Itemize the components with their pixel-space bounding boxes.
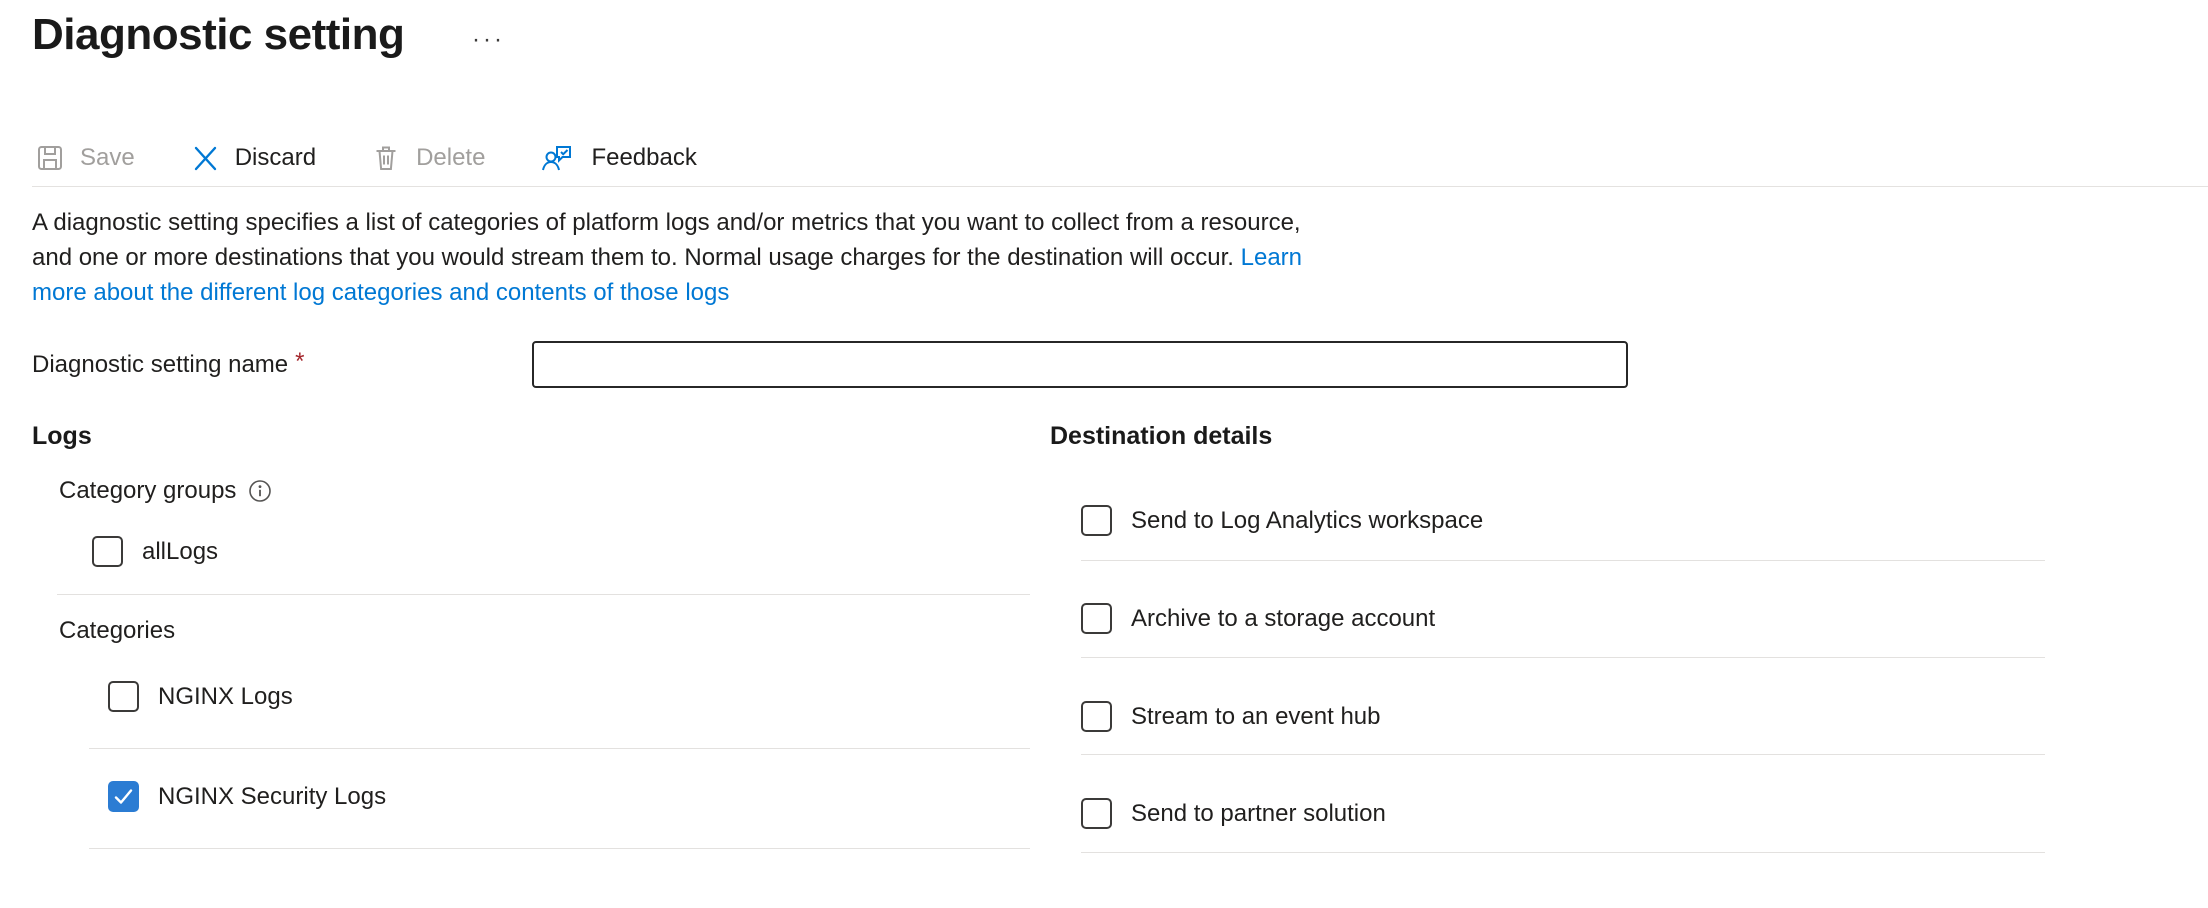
page-title: Diagnostic setting [32, 10, 404, 60]
info-icon [248, 491, 272, 506]
more-options-icon: ··· [472, 26, 505, 53]
save-button[interactable]: Save [34, 142, 135, 174]
send-to-partner-solution-row[interactable]: Send to partner solution [1081, 798, 1386, 829]
archive-to-storage-label: Archive to a storage account [1131, 605, 1435, 633]
divider [1081, 657, 2045, 658]
divider [1081, 560, 2045, 561]
stream-to-event-hub-row[interactable]: Stream to an event hub [1081, 701, 1381, 732]
more-options-button[interactable]: ··· [466, 26, 511, 54]
description-line-1: A diagnostic setting specifies a list of… [32, 209, 1301, 236]
save-button-label: Save [80, 144, 135, 172]
required-asterisk: * [295, 348, 304, 375]
learn-more-link-continued[interactable]: more about the different log categories … [32, 279, 729, 306]
send-to-log-analytics-label: Send to Log Analytics workspace [1131, 507, 1483, 535]
destination-details-heading: Destination details [1050, 422, 1272, 451]
divider [89, 848, 1030, 849]
nginx-logs-checkbox[interactable] [108, 681, 139, 712]
nginx-logs-label: NGINX Logs [158, 683, 293, 711]
divider [1081, 754, 2045, 755]
alllogs-label: allLogs [142, 538, 218, 566]
archive-to-storage-row[interactable]: Archive to a storage account [1081, 603, 1435, 634]
diagnostic-setting-page: Diagnostic setting ··· Save Discard [0, 0, 2208, 908]
check-icon [110, 783, 137, 810]
toolbar-divider [32, 186, 2208, 187]
categories-label: Categories [59, 617, 175, 645]
logs-heading: Logs [32, 422, 92, 451]
divider [57, 594, 1030, 595]
save-icon [34, 142, 66, 174]
trash-icon [370, 142, 402, 174]
description-line-2: and one or more destinations that you wo… [32, 244, 1234, 271]
category-groups-label: Category groups [59, 477, 272, 505]
send-to-log-analytics-checkbox[interactable] [1081, 505, 1112, 536]
send-to-partner-solution-checkbox[interactable] [1081, 798, 1112, 829]
archive-to-storage-checkbox[interactable] [1081, 603, 1112, 634]
category-groups-info-button[interactable] [248, 479, 272, 503]
nginx-logs-row[interactable]: NGINX Logs [108, 681, 293, 712]
feedback-button[interactable]: Feedback [539, 142, 696, 174]
discard-button[interactable]: Discard [189, 142, 316, 174]
feedback-person-icon [539, 142, 577, 174]
stream-to-event-hub-checkbox[interactable] [1081, 701, 1112, 732]
nginx-security-logs-label: NGINX Security Logs [158, 783, 386, 811]
alllogs-checkbox[interactable] [92, 536, 123, 567]
feedback-button-label: Feedback [591, 144, 696, 172]
diagnostic-setting-name-label: Diagnostic setting name* [32, 351, 304, 379]
send-to-partner-solution-label: Send to partner solution [1131, 800, 1386, 828]
nginx-security-logs-row[interactable]: NGINX Security Logs [108, 781, 386, 812]
command-bar: Save Discard Delete [34, 134, 697, 182]
send-to-log-analytics-row[interactable]: Send to Log Analytics workspace [1081, 505, 1483, 536]
diagnostic-setting-name-input[interactable] [532, 341, 1628, 388]
delete-button-label: Delete [416, 144, 485, 172]
discard-x-icon [189, 142, 221, 174]
page-description: A diagnostic setting specifies a list of… [32, 205, 1302, 310]
alllogs-row[interactable]: allLogs [92, 536, 218, 567]
learn-more-link[interactable]: Learn [1241, 244, 1302, 271]
delete-button[interactable]: Delete [370, 142, 485, 174]
discard-button-label: Discard [235, 144, 316, 172]
divider [1081, 852, 2045, 853]
divider [89, 748, 1030, 749]
stream-to-event-hub-label: Stream to an event hub [1131, 703, 1381, 731]
nginx-security-logs-checkbox[interactable] [108, 781, 139, 812]
